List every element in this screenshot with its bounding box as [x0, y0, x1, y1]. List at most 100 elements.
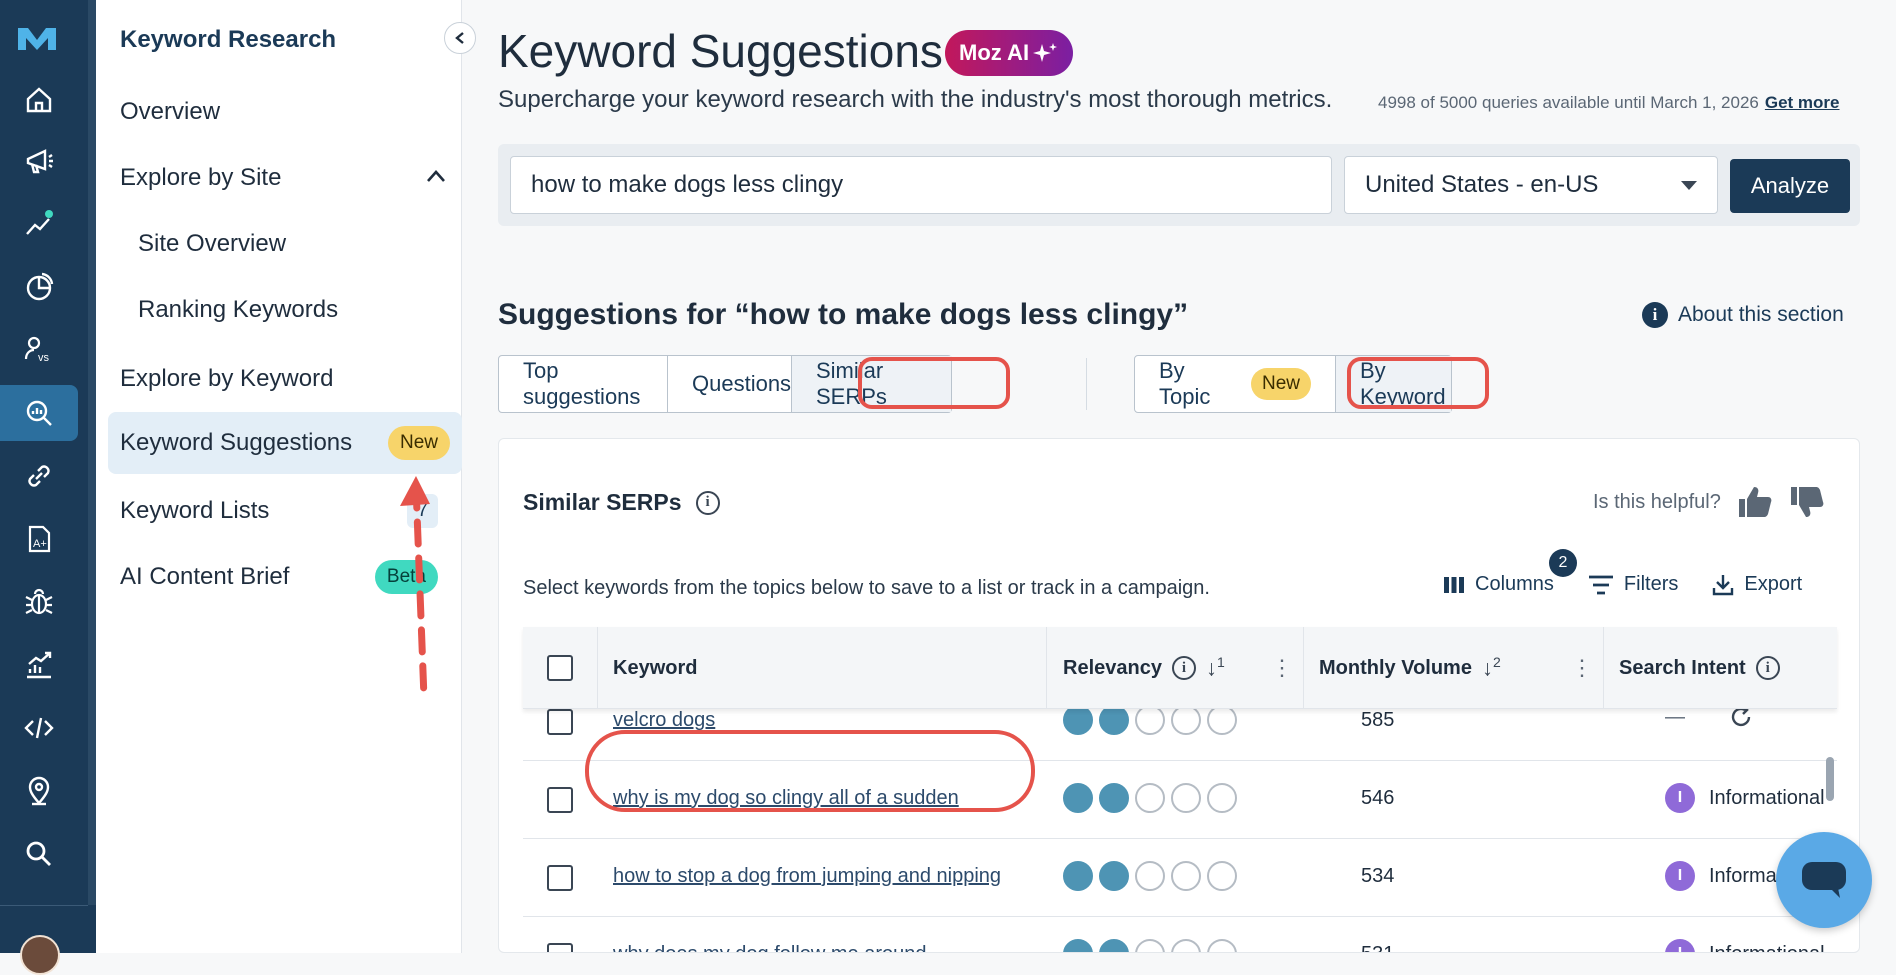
filters-button[interactable]: Filters: [1588, 573, 1678, 596]
nav-item-label: Keyword Lists: [120, 497, 270, 524]
svg-text:vs: vs: [38, 352, 50, 364]
monthly-volume: 534: [1361, 865, 1395, 887]
row-checkbox[interactable]: [547, 787, 573, 813]
content-icon[interactable]: A+: [0, 511, 78, 567]
header-label: Monthly Volume: [1319, 656, 1472, 679]
bug-icon[interactable]: [0, 574, 78, 630]
tab-questions[interactable]: Questions: [668, 356, 792, 412]
keyword-research-icon[interactable]: [0, 385, 78, 441]
nav-section-title: Keyword Research: [120, 26, 337, 53]
keyword-link[interactable]: why does my dog follow me around: [613, 943, 927, 952]
info-icon[interactable]: i: [1755, 656, 1780, 680]
tab-similar-serps[interactable]: Similar SERPs: [792, 356, 951, 412]
tab-top-suggestions[interactable]: Top suggestions: [499, 356, 668, 412]
sort-down-icon[interactable]: ↓1: [1206, 654, 1225, 681]
chat-button[interactable]: [1776, 832, 1872, 928]
column-header-keyword[interactable]: Keyword: [613, 627, 697, 709]
column-header-search-intent[interactable]: Search Intent i: [1619, 627, 1780, 709]
informational-badge: I: [1665, 939, 1695, 952]
export-label: Export: [1744, 573, 1803, 595]
row-checkbox[interactable]: [547, 709, 573, 735]
card-title: Similar SERPs i: [523, 489, 720, 516]
search-panel: United States - en-US Analyze: [498, 144, 1860, 226]
nav-item-keyword-lists[interactable]: Keyword Lists 7: [120, 480, 450, 542]
new-badge: New: [387, 426, 450, 460]
analyze-button[interactable]: Analyze: [1730, 159, 1850, 213]
search-icon[interactable]: [0, 826, 78, 882]
export-button[interactable]: Export: [1712, 573, 1802, 596]
nav-item-ai-content-brief[interactable]: AI Content Brief Beta: [120, 546, 450, 608]
location-pin-icon[interactable]: [0, 763, 78, 819]
nav-item-label: Ranking Keywords: [138, 296, 339, 323]
pie-chart-icon[interactable]: [0, 259, 78, 315]
relevancy-dots: [1063, 705, 1237, 735]
more-vertical-icon[interactable]: ⋮: [1271, 657, 1293, 679]
search-intent: I Informational: [1665, 783, 1825, 813]
relevancy-dots: [1063, 783, 1237, 813]
about-section-link[interactable]: i About this section: [1642, 302, 1844, 328]
filters-label: Filters: [1623, 573, 1679, 595]
row-checkbox[interactable]: [547, 865, 573, 891]
chevron-up-icon[interactable]: [426, 169, 446, 183]
more-vertical-icon[interactable]: ⋮: [1571, 657, 1593, 679]
count-badge: 7: [407, 494, 438, 528]
moz-logo[interactable]: [16, 22, 58, 54]
locale-select[interactable]: United States - en-US: [1344, 156, 1718, 214]
keyword-link[interactable]: how to stop a dog from jumping and nippi…: [613, 865, 1001, 888]
columns-button[interactable]: Columns 2: [1443, 549, 1577, 596]
nav-item-explore-by-keyword[interactable]: Explore by Keyword: [120, 348, 450, 410]
intent-label: Informational: [1709, 943, 1825, 953]
header-label: Keyword: [613, 656, 698, 679]
link-icon[interactable]: [0, 448, 78, 504]
sort-order: 1: [1216, 654, 1225, 671]
filter-icon: [1588, 575, 1613, 594]
rail-scrollbar[interactable]: [88, 0, 96, 905]
trend-spark-icon[interactable]: [0, 196, 78, 252]
chat-bubble-icon: [1802, 862, 1846, 898]
select-all-checkbox[interactable]: [547, 627, 573, 709]
intent-label: Informa: [1709, 864, 1777, 887]
collapse-sidebar-button[interactable]: [444, 22, 476, 54]
competitor-vs-icon[interactable]: vs: [0, 322, 78, 378]
thumbs-down-icon[interactable]: [1789, 485, 1825, 519]
app-icon-rail: vs A+: [0, 0, 96, 975]
tab-by-topic[interactable]: By Topic New: [1135, 356, 1336, 412]
megaphone-icon[interactable]: [0, 133, 78, 189]
keyword-search-input[interactable]: [510, 156, 1332, 214]
page-title: Keyword Suggestions: [498, 25, 943, 77]
thumbs-up-icon[interactable]: [1737, 485, 1773, 519]
column-header-relevancy[interactable]: Relevancy i ↓1: [1063, 627, 1225, 709]
keyword-link[interactable]: why is my dog so clingy all of a sudden: [613, 787, 959, 810]
table-row[interactable]: why does my dog follow me around 531 I I…: [523, 917, 1837, 953]
keyword-link[interactable]: velcro dogs: [613, 709, 715, 732]
suggestion-type-tabs: Top suggestions Questions Similar SERPs: [498, 355, 952, 413]
helpful-label: Is this helpful?: [1593, 490, 1721, 513]
columns-icon: [1444, 576, 1464, 593]
code-icon[interactable]: [0, 700, 78, 756]
avatar[interactable]: [20, 935, 60, 975]
table-row[interactable]: why is my dog so clingy all of a sudden …: [523, 761, 1837, 839]
info-icon[interactable]: i: [695, 490, 720, 515]
column-header-monthly-volume[interactable]: Monthly Volume ↓2: [1319, 627, 1501, 709]
nav-item-explore-by-site[interactable]: Explore by Site: [120, 147, 450, 209]
tab-by-keyword[interactable]: By Keyword: [1336, 356, 1451, 412]
sort-down-icon[interactable]: ↓2: [1482, 654, 1501, 681]
info-icon[interactable]: i: [1171, 656, 1196, 680]
table-scrollbar[interactable]: [1826, 757, 1834, 801]
table-header: Keyword Relevancy i ↓1 ⋮ Monthly Volume …: [523, 627, 1837, 709]
table-row[interactable]: how to stop a dog from jumping and nippi…: [523, 839, 1837, 917]
row-checkbox[interactable]: [547, 943, 573, 952]
moz-ai-badge[interactable]: Moz AI: [945, 30, 1074, 76]
get-more-link[interactable]: Get more: [1765, 93, 1840, 112]
growth-chart-icon[interactable]: [0, 637, 78, 693]
nav-item-site-overview[interactable]: Site Overview: [138, 213, 450, 275]
svg-text:A+: A+: [33, 538, 47, 550]
card-description: Select keywords from the topics below to…: [523, 577, 1210, 599]
nav-item-keyword-suggestions[interactable]: Keyword Suggestions New: [108, 412, 462, 474]
nav-item-overview[interactable]: Overview: [120, 81, 450, 143]
home-icon[interactable]: [0, 72, 78, 128]
nav-item-ranking-keywords[interactable]: Ranking Keywords: [138, 279, 450, 341]
relevancy-dots: [1063, 939, 1237, 952]
header-label: Relevancy: [1063, 656, 1162, 679]
nav-item-label: Explore by Site: [120, 164, 282, 191]
